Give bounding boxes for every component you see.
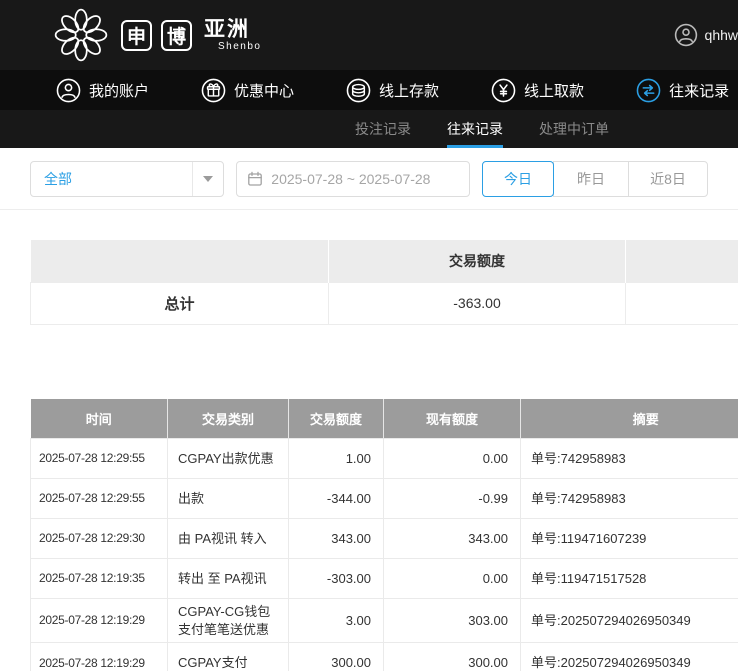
tab-processing-orders[interactable]: 处理中订单: [539, 110, 609, 148]
nav-item-label: 线上取款: [524, 80, 584, 101]
nav-item-promotions[interactable]: 优惠中心: [201, 78, 294, 103]
column-header-note: 摘要: [521, 399, 738, 439]
cell-amount: 1.00: [289, 439, 384, 479]
cell-balance: 300.00: [384, 643, 521, 671]
table-row: 2025-07-28 12:29:30 由 PA视讯 转入 343.00 343…: [31, 519, 738, 559]
cell-time: 2025-07-28 12:19:29: [31, 643, 168, 671]
cell-type: 转出 至 PA视讯: [168, 559, 289, 599]
page: 申 博 亚洲 Shenbo qhhw: [0, 0, 738, 671]
nav-item-my-account[interactable]: 我的账户: [56, 78, 149, 103]
brand-subtitle: Shenbo: [204, 42, 261, 52]
table-row: 2025-07-28 12:29:55 CGPAY出款优惠 1.00 0.00 …: [31, 439, 738, 479]
date-range-value: 2025-07-28 ~ 2025-07-28: [271, 171, 430, 187]
summary-header-blank: [31, 240, 329, 282]
filter-bar: 全部 2025-07-28 ~ 2025-07-28 今日 昨日 近8日: [30, 161, 708, 197]
filter-divider: [0, 209, 738, 210]
calendar-icon: [247, 171, 263, 187]
cell-amount: 3.00: [289, 599, 384, 643]
summary-total-row: 总计 -363.00: [31, 282, 738, 324]
cell-balance: 0.00: [384, 439, 521, 479]
cell-note: 单号:119471517528: [521, 559, 738, 599]
type-filter-value: 全部: [31, 169, 192, 189]
summary-table: 交易额度 总计 -363.00: [30, 240, 738, 325]
gift-icon: [201, 78, 226, 103]
table-row: 2025-07-28 12:19:29 CGPAY支付 300.00 300.0…: [31, 643, 738, 671]
table-header-row: 时间 交易类别 交易额度 现有额度 摘要: [31, 399, 738, 439]
summary-total-label: 总计: [31, 282, 329, 324]
type-filter-select[interactable]: 全部: [30, 161, 224, 197]
yesterday-button[interactable]: 昨日: [553, 161, 629, 197]
cell-type: 出款: [168, 479, 289, 519]
withdraw-yuan-icon: [491, 78, 516, 103]
cell-type: CGPAY支付: [168, 643, 289, 671]
cell-balance: 343.00: [384, 519, 521, 559]
table-row: 2025-07-28 12:29:55 出款 -344.00 -0.99 单号:…: [31, 479, 738, 519]
account-icon: [56, 78, 81, 103]
date-range-picker[interactable]: 2025-07-28 ~ 2025-07-28: [236, 161, 470, 197]
cell-time: 2025-07-28 12:29:55: [31, 439, 168, 479]
brand-wordmark: 亚洲 Shenbo: [204, 19, 261, 52]
tab-bet-records[interactable]: 投注记录: [355, 110, 411, 148]
user-avatar-icon: [674, 23, 698, 47]
nav-item-label: 我的账户: [89, 80, 149, 101]
cell-balance: -0.99: [384, 479, 521, 519]
cell-time: 2025-07-28 12:29:30: [31, 519, 168, 559]
nav-item-label: 优惠中心: [234, 80, 294, 101]
cell-amount: -344.00: [289, 479, 384, 519]
nav-item-withdrawal[interactable]: 线上取款: [491, 78, 584, 103]
summary-header-blank-2: [626, 240, 738, 282]
cell-balance: 303.00: [384, 599, 521, 643]
summary-header-row: 交易额度: [31, 240, 738, 282]
cell-type: CGPAY-CG钱包支付笔笔送优惠: [168, 599, 289, 643]
username: qhhw: [705, 27, 738, 43]
cell-time: 2025-07-28 12:19:35: [31, 559, 168, 599]
cell-type: 由 PA视讯 转入: [168, 519, 289, 559]
table-row: 2025-07-28 12:19:35 转出 至 PA视讯 -303.00 0.…: [31, 559, 738, 599]
nav-item-label: 往来记录: [669, 80, 729, 101]
nav-item-label: 线上存款: [379, 80, 439, 101]
brand-logo[interactable]: 申 博 亚洲 Shenbo: [50, 7, 261, 63]
topbar: 申 博 亚洲 Shenbo qhhw: [0, 0, 738, 70]
brand-char-box-1: 申: [121, 20, 152, 51]
chevron-down-icon: [193, 176, 223, 182]
cell-note: 单号:119471607239: [521, 519, 738, 559]
main-nav: 我的账户 优惠中心: [0, 70, 738, 110]
column-header-balance: 现有额度: [384, 399, 521, 439]
cell-note: 单号:742958983: [521, 479, 738, 519]
last-8-days-button[interactable]: 近8日: [628, 161, 708, 197]
cell-note: 单号:202507294026950349: [521, 599, 738, 643]
cell-amount: 300.00: [289, 643, 384, 671]
column-header-amount: 交易额度: [289, 399, 384, 439]
nav-item-records[interactable]: 往来记录: [636, 78, 729, 103]
summary-total-value: -363.00: [329, 282, 626, 324]
transactions-table: 时间 交易类别 交易额度 现有额度 摘要 2025-07-28 12:29:55…: [30, 399, 738, 671]
cell-note: 单号:742958983: [521, 439, 738, 479]
brand-char-box-2: 博: [161, 20, 192, 51]
table-row: 2025-07-28 12:19:29 CGPAY-CG钱包支付笔笔送优惠 3.…: [31, 599, 738, 643]
nav-item-deposit[interactable]: 线上存款: [346, 78, 439, 103]
cell-type: CGPAY出款优惠: [168, 439, 289, 479]
summary-header-amount: 交易额度: [329, 240, 626, 282]
deposit-coins-icon: [346, 78, 371, 103]
today-button[interactable]: 今日: [482, 161, 554, 197]
cell-time: 2025-07-28 12:19:29: [31, 599, 168, 643]
cell-balance: 0.00: [384, 559, 521, 599]
cell-amount: -303.00: [289, 559, 384, 599]
tab-transaction-records[interactable]: 往来记录: [447, 110, 503, 148]
cell-note: 单号:202507294026950349: [521, 643, 738, 671]
records-subnav: 投注记录 往来记录 处理中订单: [0, 110, 738, 148]
summary-total-blank: [626, 282, 738, 324]
quick-range-group: 今日 昨日 近8日: [482, 161, 708, 197]
user-menu[interactable]: qhhw: [674, 0, 738, 70]
lotus-logo-icon: [50, 7, 112, 63]
column-header-type: 交易类别: [168, 399, 289, 439]
cell-time: 2025-07-28 12:29:55: [31, 479, 168, 519]
cell-amount: 343.00: [289, 519, 384, 559]
column-header-time: 时间: [31, 399, 168, 439]
brand-region: 亚洲: [204, 19, 261, 40]
transfer-arrows-icon: [636, 78, 661, 103]
